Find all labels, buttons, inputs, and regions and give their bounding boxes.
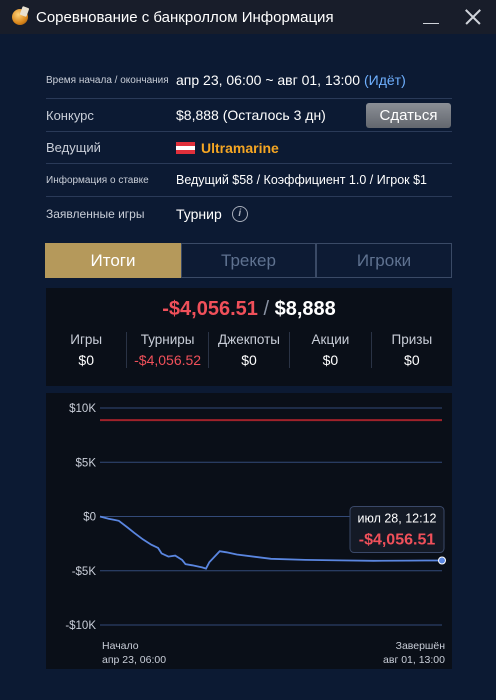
close-icon[interactable] — [462, 6, 484, 28]
y-tick-label: $5K — [76, 457, 97, 469]
time-status: (Идёт) — [364, 72, 406, 88]
minimize-icon[interactable] — [420, 6, 442, 28]
column-promotions: Акции $0 — [289, 332, 370, 368]
y-tick-label: $10K — [69, 403, 96, 415]
y-tick-label: -$10K — [65, 620, 96, 632]
column-jackpots: Джекпоты $0 — [207, 332, 289, 368]
time-row: Время начала / окончания апр 23, 06:00 ~… — [46, 62, 452, 99]
summary-panel: -$4,056.51 / $8,888 Игры $0 Турниры -$4,… — [46, 288, 452, 386]
tooltip-date: июл 28, 12:12 — [358, 512, 437, 526]
column-header: Акции — [311, 332, 350, 347]
tab-players[interactable]: Игроки — [316, 243, 452, 278]
window-title: Соревнование с банкроллом Информация — [36, 8, 334, 26]
column-value: $0 — [322, 352, 339, 368]
austria-flag-icon — [176, 141, 195, 154]
x-start-date: апр 23, 06:00 — [102, 654, 166, 666]
host-label: Ведущий — [46, 140, 101, 155]
games-value: Турнир — [176, 205, 222, 222]
contest-value: $8,888 (Осталось 3 дн) — [176, 107, 326, 123]
column-prizes: Призы $0 — [370, 332, 452, 368]
y-tick-label: -$5K — [72, 566, 97, 578]
tab-summary[interactable]: Итоги — [45, 243, 181, 278]
games-row: Заявленные игры Турнир i — [46, 197, 452, 230]
column-header: Джекпоты — [218, 332, 281, 347]
last-point-marker — [438, 556, 446, 565]
y-tick-label: $0 — [83, 512, 96, 524]
column-header: Турниры — [140, 332, 195, 347]
tab-bar: Итоги Трекер Игроки — [45, 243, 452, 278]
column-header: Призы — [391, 332, 433, 347]
column-value: $0 — [404, 352, 420, 368]
tooltip-value: -$4,056.51 — [359, 532, 436, 549]
breakdown-columns: Игры $0 Турниры -$4,056.52 Джекпоты $0 А… — [46, 332, 452, 368]
poker-chip-app-icon — [12, 9, 28, 25]
result-value: -$4,056.51 — [162, 298, 258, 320]
time-value: апр 23, 06:00 ~ авг 01, 13:00 — [176, 72, 360, 88]
host-row: Ведущий Ultramarine — [46, 132, 452, 164]
bet-label: Информация о ставке — [46, 174, 149, 186]
contest-label: Конкурс — [46, 107, 94, 123]
host-name[interactable]: Ultramarine — [201, 140, 279, 156]
games-label: Заявленные игры — [46, 206, 145, 221]
column-value: $0 — [78, 352, 94, 368]
bet-row: Информация о ставке Ведущий $58 / Коэффи… — [46, 164, 452, 197]
title-bar: Соревнование с банкроллом Информация — [0, 0, 496, 34]
surrender-button[interactable]: Сдаться — [366, 103, 451, 128]
target-value: $8,888 — [274, 298, 336, 320]
chart-svg: $10K $5K $0 -$5K -$10K июл 28, 12:12 -$4,056.5… — [65, 403, 446, 666]
x-start-label: Начало — [102, 640, 139, 652]
x-end-date: авг 01, 13:00 — [383, 654, 445, 666]
time-label: Время начала / окончания — [46, 74, 169, 86]
bet-value: Ведущий $58 / Коэффициент 1.0 / Игрок $1 — [176, 173, 428, 187]
result-total: -$4,056.51 / $8,888 — [46, 298, 452, 321]
bankroll-chart: $10K $5K $0 -$5K -$10K июл 28, 12:12 -$4,056.5… — [46, 393, 452, 669]
info-icon[interactable]: i — [231, 205, 248, 222]
column-tournaments: Турниры -$4,056.52 — [126, 332, 207, 368]
result-separator: / — [263, 298, 270, 320]
tab-tracker[interactable]: Трекер — [181, 243, 316, 278]
column-value: -$4,056.52 — [134, 352, 202, 368]
x-end-label: Завершён — [396, 640, 446, 652]
column-header: Игры — [70, 332, 103, 347]
column-games: Игры $0 — [46, 332, 126, 368]
column-value: $0 — [241, 352, 257, 368]
